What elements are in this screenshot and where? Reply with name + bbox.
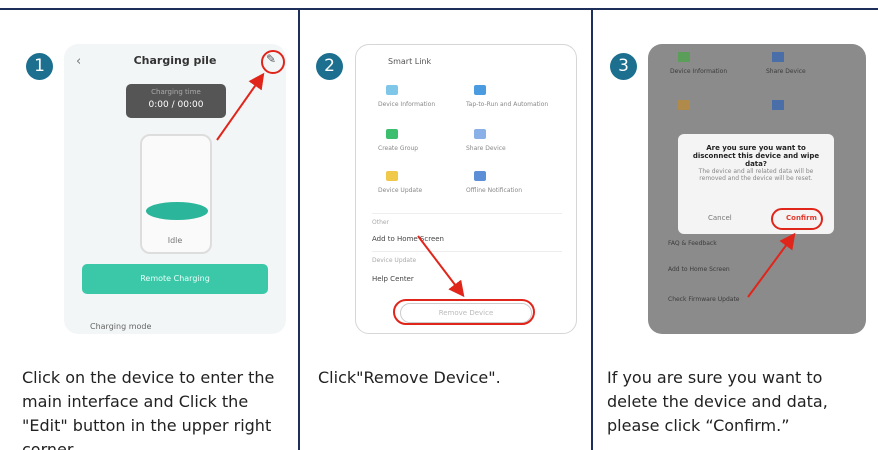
option-label[interactable]: Share Device xyxy=(466,145,506,152)
bg-row: Share Device xyxy=(766,68,806,75)
option-label[interactable]: Device Information xyxy=(378,101,435,108)
dialog-title: Are you sure you want to disconnect this… xyxy=(692,144,820,168)
option-label[interactable]: Tap-to-Run and Automation xyxy=(466,101,548,108)
cancel-button[interactable]: Cancel xyxy=(708,214,732,222)
device-header: Smart Link xyxy=(388,57,432,66)
step1-caption: Click on the device to enter the main in… xyxy=(22,368,275,450)
charging-time-value: 0:00 / 00:00 xyxy=(148,100,204,110)
step3-caption: If you are sure you want to delete the d… xyxy=(607,368,828,435)
group-icon xyxy=(386,129,398,139)
remote-charging-button[interactable]: Remote Charging xyxy=(82,264,268,294)
column-divider-1 xyxy=(298,8,300,450)
section-label: Other xyxy=(372,219,390,226)
notification-icon xyxy=(474,171,486,181)
step1-screenshot: ‹ Charging pile ✎ Charging time 0:00 / 0… xyxy=(64,44,286,334)
charging-mode-label[interactable]: Charging mode xyxy=(90,322,151,331)
automation-icon xyxy=(474,85,486,95)
step2-caption: Click"Remove Device". xyxy=(318,368,501,387)
divider xyxy=(372,213,562,214)
divider xyxy=(372,251,562,252)
step2-screenshot: Smart Link Device Information Tap-to-Run… xyxy=(355,44,577,334)
step-number-3: 3 xyxy=(610,53,637,80)
confirm-dialog: Are you sure you want to disconnect this… xyxy=(678,134,834,234)
column-divider-2 xyxy=(591,8,593,450)
update-icon xyxy=(386,171,398,181)
option-label[interactable]: Create Group xyxy=(378,145,418,152)
device-title: Charging pile xyxy=(133,54,217,67)
section-label: Device Update xyxy=(372,257,417,264)
info-icon xyxy=(386,85,398,95)
bg-row: FAQ & Feedback xyxy=(668,240,717,247)
charging-time-label: Charging time xyxy=(151,88,201,96)
bg-icon xyxy=(678,52,690,62)
settings-row[interactable]: Help Center xyxy=(372,275,414,283)
bg-row: Check Firmware Update xyxy=(668,296,740,303)
step3-screenshot: Device Information Share Device Are you … xyxy=(648,44,866,334)
bg-row: Device Information xyxy=(670,68,728,75)
dialog-description: The device and all related data will be … xyxy=(698,168,814,182)
bg-icon xyxy=(678,100,690,110)
option-label[interactable]: Offline Notification xyxy=(466,187,522,194)
charger-base-shape xyxy=(146,202,208,220)
confirm-button[interactable]: Confirm xyxy=(786,214,817,222)
bg-row: Add to Home Screen xyxy=(668,266,730,273)
status-label: Idle xyxy=(167,236,183,245)
share-icon xyxy=(474,129,486,139)
step-number-2: 2 xyxy=(316,53,343,80)
settings-row[interactable]: Add to Home Screen xyxy=(372,235,444,243)
charging-time-box: Charging time 0:00 / 00:00 xyxy=(126,84,226,118)
bg-icon xyxy=(772,100,784,110)
step-number-1: 1 xyxy=(26,53,53,80)
edit-pencil-icon[interactable]: ✎ xyxy=(266,52,276,66)
remove-device-button[interactable]: Remove Device xyxy=(400,303,532,323)
option-label[interactable]: Device Update xyxy=(378,187,422,194)
top-rule xyxy=(0,8,878,10)
bg-icon xyxy=(772,52,784,62)
